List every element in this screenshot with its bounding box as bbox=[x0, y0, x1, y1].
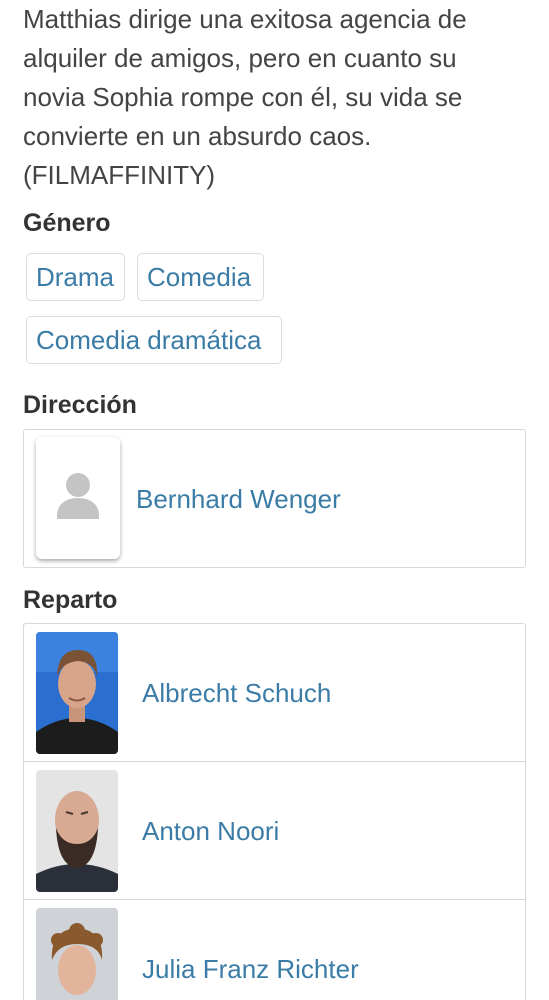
genre-tag-comedia-dramatica[interactable]: Comedia dramática bbox=[26, 316, 282, 364]
cast-photo bbox=[36, 908, 118, 1000]
cast-name-link[interactable]: Anton Noori bbox=[142, 762, 279, 900]
cast-name-link[interactable]: Julia Franz Richter bbox=[142, 900, 359, 1000]
director-row[interactable]: Bernhard Wenger bbox=[24, 430, 525, 568]
cast-row[interactable]: Albrecht Schuch bbox=[24, 624, 525, 762]
cast-photo bbox=[36, 632, 118, 754]
cast-row[interactable]: Julia Franz Richter bbox=[24, 900, 525, 1000]
direction-list: Bernhard Wenger bbox=[23, 429, 526, 568]
person-placeholder-icon bbox=[36, 437, 120, 559]
cast-name-link[interactable]: Albrecht Schuch bbox=[142, 624, 331, 762]
genre-tag-comedia[interactable]: Comedia bbox=[137, 253, 264, 301]
genre-tag-drama[interactable]: Drama bbox=[26, 253, 125, 301]
cast-list: Albrecht Schuch Anton Noori Julia Franz … bbox=[23, 623, 526, 1000]
cast-row[interactable]: Anton Noori bbox=[24, 762, 525, 900]
cast-photo bbox=[36, 770, 118, 892]
direction-heading: Dirección bbox=[23, 391, 137, 419]
synopsis-text: Matthias dirige una exitosa agencia de a… bbox=[23, 4, 467, 190]
cast-heading: Reparto bbox=[23, 586, 118, 614]
film-details-page: Matthias dirige una exitosa agencia de a… bbox=[0, 0, 549, 1000]
genre-heading: Género bbox=[23, 209, 111, 237]
director-name-link[interactable]: Bernhard Wenger bbox=[136, 430, 341, 568]
